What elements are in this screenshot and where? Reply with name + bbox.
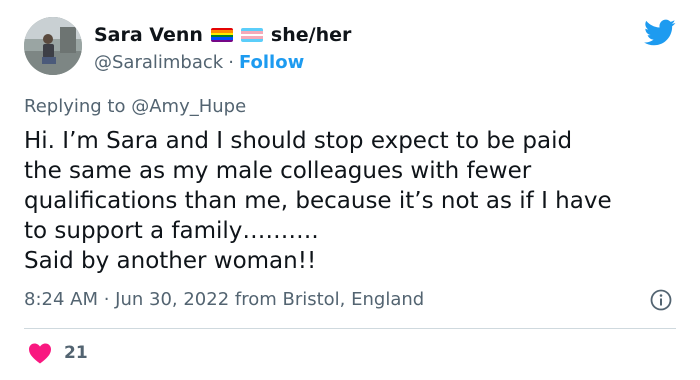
transgender-flag-icon: [240, 28, 263, 42]
like-count: 21: [64, 343, 88, 363]
reply-mention-link[interactable]: @Amy_Hupe: [131, 96, 246, 117]
tweet-timestamp[interactable]: 8:24 AM · Jun 30, 2022 from Bristol, Eng…: [24, 289, 424, 310]
author-handle-row: @Saralimback · Follow: [94, 50, 304, 74]
replying-to-prefix: Replying to: [24, 96, 126, 117]
divider: [24, 328, 676, 329]
follow-button[interactable]: Follow: [239, 52, 304, 73]
avatar[interactable]: [24, 17, 82, 75]
info-icon[interactable]: [650, 289, 672, 311]
author-display-name[interactable]: Sara Venn: [94, 24, 203, 46]
twitter-bird-icon[interactable]: [644, 19, 676, 47]
heart-icon: [29, 343, 51, 364]
rainbow-pride-flag-icon: [210, 28, 233, 42]
author-handle[interactable]: @Saralimback: [94, 52, 223, 73]
avatar-photo: [24, 17, 82, 75]
handle-separator: ·: [228, 51, 234, 73]
author-name-row: Sara Venn she/her: [94, 22, 351, 48]
tweet-text: Hi. I’m Sara and I should stop expect to…: [24, 128, 612, 274]
author-pronouns: she/her: [270, 24, 352, 46]
replying-to: Replying to @Amy_Hupe: [24, 96, 246, 117]
like-button[interactable]: 21: [28, 342, 88, 364]
